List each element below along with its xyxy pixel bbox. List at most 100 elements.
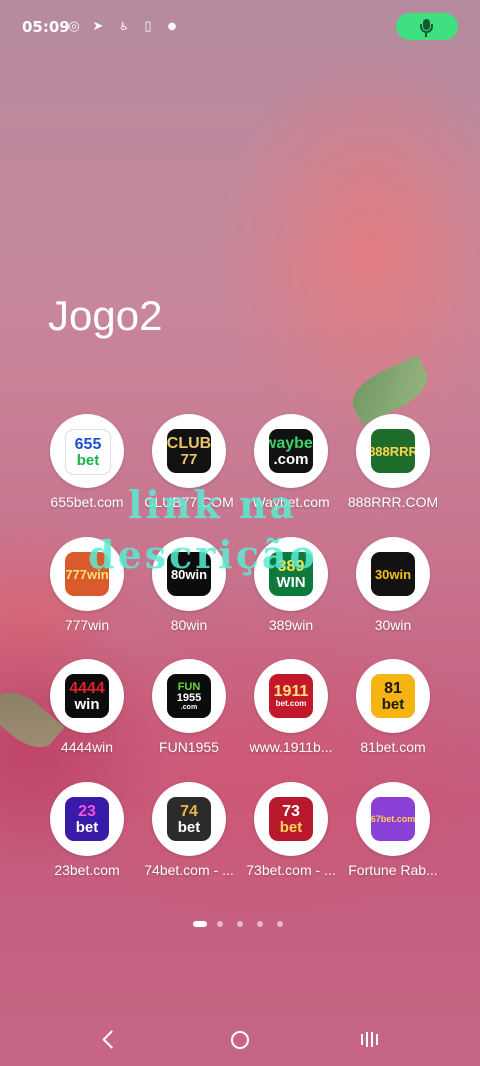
app-icon-background: 23 bet <box>50 782 124 856</box>
app-icon-background: 4444 win <box>50 659 124 733</box>
app-label: www.1911b... <box>249 739 333 755</box>
app-icon-tile[interactable]: FUN 1955 .com FUN1955 <box>134 659 244 755</box>
app-logo-icon: 30win <box>371 552 415 596</box>
folder-title[interactable]: Jogo2 <box>48 292 162 340</box>
app-label: 73bet.com - ... <box>246 862 336 878</box>
app-logo-text: 30win <box>374 566 412 582</box>
app-label: FUN1955 <box>159 739 219 755</box>
app-logo-text: bet.com <box>275 699 307 708</box>
app-logo-icon: 23 bet <box>65 797 109 841</box>
app-icon-tile[interactable]: 1911 bet.com www.1911b... <box>236 659 346 755</box>
page-dot[interactable] <box>277 921 283 927</box>
status-bar: 05:09 ◎ ➤ ♿ ▯ ● <box>0 0 480 56</box>
app-label: 81bet.com <box>360 739 426 755</box>
app-icon-background: 655 bet <box>50 414 124 488</box>
app-icon-tile[interactable]: 74 bet 74bet.com - ... <box>134 782 244 878</box>
app-icon-background: CLUB 77 <box>152 414 226 488</box>
page-dot[interactable] <box>217 921 223 927</box>
app-logo-icon: 73 bet <box>269 797 313 841</box>
app-icon-tile[interactable]: 777win 777win <box>32 537 142 633</box>
back-icon[interactable] <box>95 1028 125 1052</box>
page-dot[interactable] <box>257 921 263 927</box>
app-logo-text: 77 <box>180 450 198 468</box>
app-logo-text: bet <box>381 695 405 713</box>
app-icon-background: 74 bet <box>152 782 226 856</box>
app-icon-background: 67bet.com <box>356 782 430 856</box>
app-logo-icon: 389 WIN <box>269 552 313 596</box>
app-label: 30win <box>374 617 412 633</box>
app-logo-text: 1911 <box>273 683 309 700</box>
app-icon-tile[interactable]: 73 bet 73bet.com - ... <box>236 782 346 878</box>
app-icon-tile[interactable]: 4444 win 4444win <box>32 659 142 755</box>
app-icon-tile[interactable]: waybet.com Waybet.com <box>236 414 346 510</box>
app-logo-text: 67bet.com <box>371 813 415 824</box>
app-icon-tile[interactable]: CLUB 77 CLUB77.COM <box>134 414 244 510</box>
app-logo-text: win <box>74 695 100 713</box>
notification-dot-icon: ● <box>167 21 177 32</box>
app-icon-tile[interactable]: 888RRR 888RRR.COM <box>338 414 448 510</box>
recents-icon[interactable] <box>355 1028 385 1052</box>
app-logo-icon: 4444 win <box>65 674 109 718</box>
app-label: 777win <box>64 617 110 633</box>
app-icon-background: 80win <box>152 537 226 611</box>
home-icon[interactable] <box>225 1028 255 1052</box>
app-logo-icon: 888RRR <box>371 429 415 473</box>
app-logo-icon: 67bet.com <box>371 797 415 841</box>
app-logo-text: 777win <box>65 566 109 582</box>
app-logo-icon: 1911 bet.com <box>269 674 313 718</box>
app-logo-text: bet <box>177 818 201 836</box>
app-label: Fortune Rab... <box>348 862 438 878</box>
app-logo-icon: waybet.com <box>269 429 313 473</box>
app-logo-text: CLUB <box>167 434 211 452</box>
app-label: CLUB77.COM <box>144 494 234 510</box>
app-logo-text: 80win <box>170 566 208 582</box>
app-logo-icon: FUN 1955 .com <box>167 674 211 718</box>
app-logo-icon: 74 bet <box>167 797 211 841</box>
app-logo-text: 655 <box>74 435 102 453</box>
app-icon-background: FUN 1955 .com <box>152 659 226 733</box>
app-logo-text: FUN <box>177 680 201 693</box>
app-logo-text: WIN <box>276 573 306 591</box>
app-logo-text: 23 <box>78 802 96 820</box>
mic-indicator[interactable] <box>396 13 458 40</box>
page-dot[interactable] <box>237 921 243 927</box>
app-label: Waybet.com <box>252 494 330 510</box>
app-icon-tile[interactable]: 80win 80win <box>134 537 244 633</box>
app-icon-tile[interactable]: 30win 30win <box>338 537 448 633</box>
page-indicator[interactable] <box>193 920 293 928</box>
page-dot-active[interactable] <box>193 921 207 927</box>
app-label: 74bet.com - ... <box>144 862 234 878</box>
app-icon-tile[interactable]: 389 WIN 389win <box>236 537 346 633</box>
app-logo-text: waybet <box>269 434 313 452</box>
app-label: 4444win <box>60 739 114 755</box>
app-label: 655bet.com <box>50 494 124 510</box>
app-icon-tile[interactable]: 81 bet 81bet.com <box>338 659 448 755</box>
app-logo-text: 4444 <box>69 679 105 697</box>
app-label: 888RRR.COM <box>347 494 439 510</box>
app-icon-background: 81 bet <box>356 659 430 733</box>
app-logo-text: bet <box>279 818 303 836</box>
app-icon-tile[interactable]: 67bet.com Fortune Rab... <box>338 782 448 878</box>
app-label: 80win <box>170 617 208 633</box>
app-logo-text: .com <box>180 703 198 711</box>
app-icon-tile[interactable]: 23 bet 23bet.com <box>32 782 142 878</box>
app-label: 389win <box>268 617 314 633</box>
app-logo-text: bet <box>76 451 100 469</box>
navigation-bar <box>0 1010 480 1066</box>
app-logo-text: 1955 <box>176 691 202 704</box>
app-icon-background: waybet.com <box>254 414 328 488</box>
app-logo-text: bet <box>75 818 99 836</box>
app-icon-background: 389 WIN <box>254 537 328 611</box>
app-icon-background: 73 bet <box>254 782 328 856</box>
app-logo-text: 73 <box>282 802 300 820</box>
app-logo-text: 74 <box>180 802 198 820</box>
app-logo-text: 888RRR <box>371 443 415 459</box>
app-icon-background: 777win <box>50 537 124 611</box>
app-logo-text: 389 <box>277 557 305 575</box>
app-icon-background: 1911 bet.com <box>254 659 328 733</box>
app-logo-icon: 80win <box>167 552 211 596</box>
app-icon-background: 888RRR <box>356 414 430 488</box>
app-logo-icon: 81 bet <box>371 674 415 718</box>
app-icon-tile[interactable]: 655 bet 655bet.com <box>32 414 142 510</box>
app-logo-text: .com <box>273 450 309 468</box>
